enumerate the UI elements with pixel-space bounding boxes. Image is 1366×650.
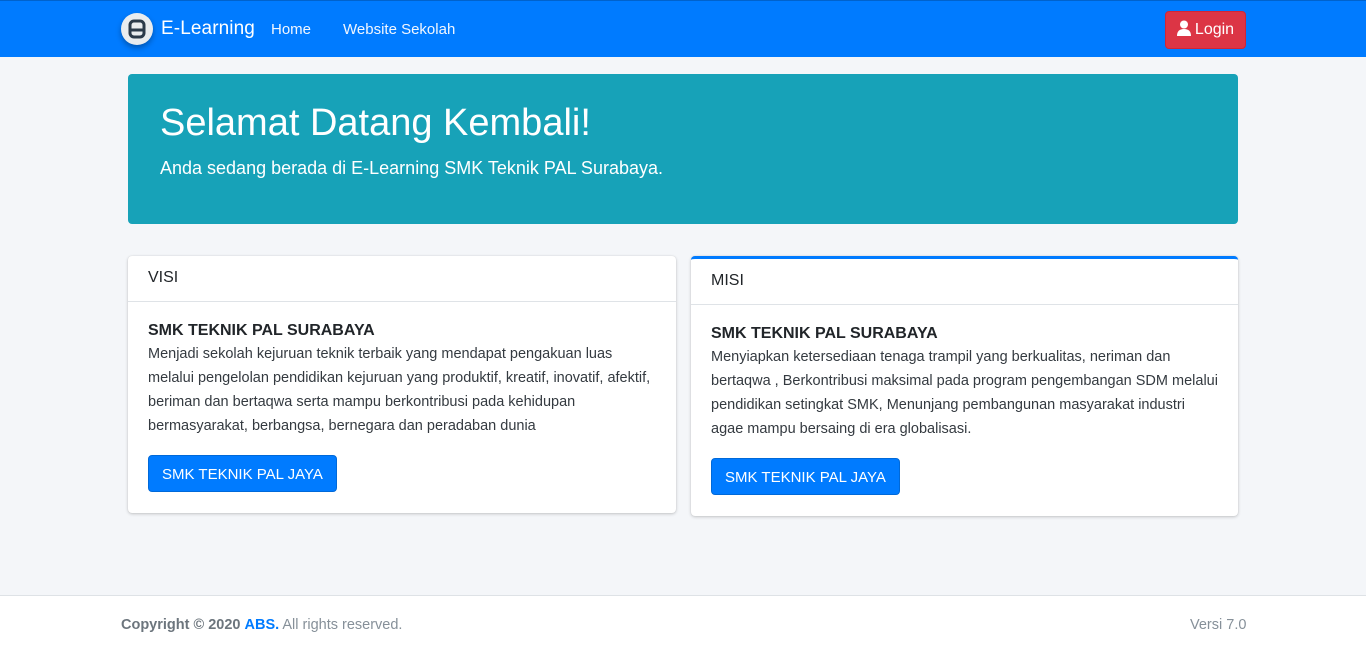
nav-link-home[interactable]: Home [271,21,311,38]
visi-card-text: Menjadi sekolah kejuruan teknik terbaik … [148,346,651,434]
nav-link-website-sekolah[interactable]: Website Sekolah [343,21,455,38]
misi-card-body: SMK TEKNIK PAL SURABAYA Menyiapkan keter… [691,305,1238,515]
misi-card-text: Menyiapkan ketersediaan tenaga trampil y… [711,349,1218,437]
misi-card: MISI SMK TEKNIK PAL SURABAYA Menyiapkan … [691,256,1238,516]
login-button[interactable]: Login [1165,11,1246,49]
top-navbar: E-Learning Home Website Sekolah Login [0,0,1366,57]
login-label: Login [1194,21,1235,38]
welcome-lead: Anda sedang berada di E-Learning SMK Tek… [160,158,663,178]
brand-link[interactable]: E-Learning [121,13,255,45]
misi-smk-button[interactable]: SMK TEKNIK PAL JAYA [711,458,900,495]
brand-text: E-Learning [161,18,255,39]
misi-card-title: SMK TEKNIK PAL SURABAYA [711,325,938,342]
welcome-banner: Selamat Datang Kembali! Anda sedang bera… [128,74,1238,224]
rights-text: All rights reserved. [282,617,403,633]
visi-card-header: VISI [128,256,676,302]
misi-card-header: MISI [691,259,1238,305]
visi-card-title: SMK TEKNIK PAL SURABAYA [148,322,375,339]
visi-card-body: SMK TEKNIK PAL SURABAYA Menjadi sekolah … [128,302,676,512]
footer-brand-link[interactable]: ABS. [245,617,280,633]
welcome-title: Selamat Datang Kembali! [160,102,591,144]
version-label: Versi 7.0 [1190,617,1247,633]
user-icon [1176,20,1195,41]
page-footer: Copyright © 2020 ABS. All rights reserve… [0,595,1366,650]
abs-logo-icon [121,13,153,45]
visi-card: VISI SMK TEKNIK PAL SURABAYA Menjadi sek… [128,256,676,513]
copyright-prefix: Copyright © 2020 [121,617,241,633]
visi-smk-button[interactable]: SMK TEKNIK PAL JAYA [148,455,337,492]
copyright-text: Copyright © 2020 ABS. All rights reserve… [121,617,402,633]
